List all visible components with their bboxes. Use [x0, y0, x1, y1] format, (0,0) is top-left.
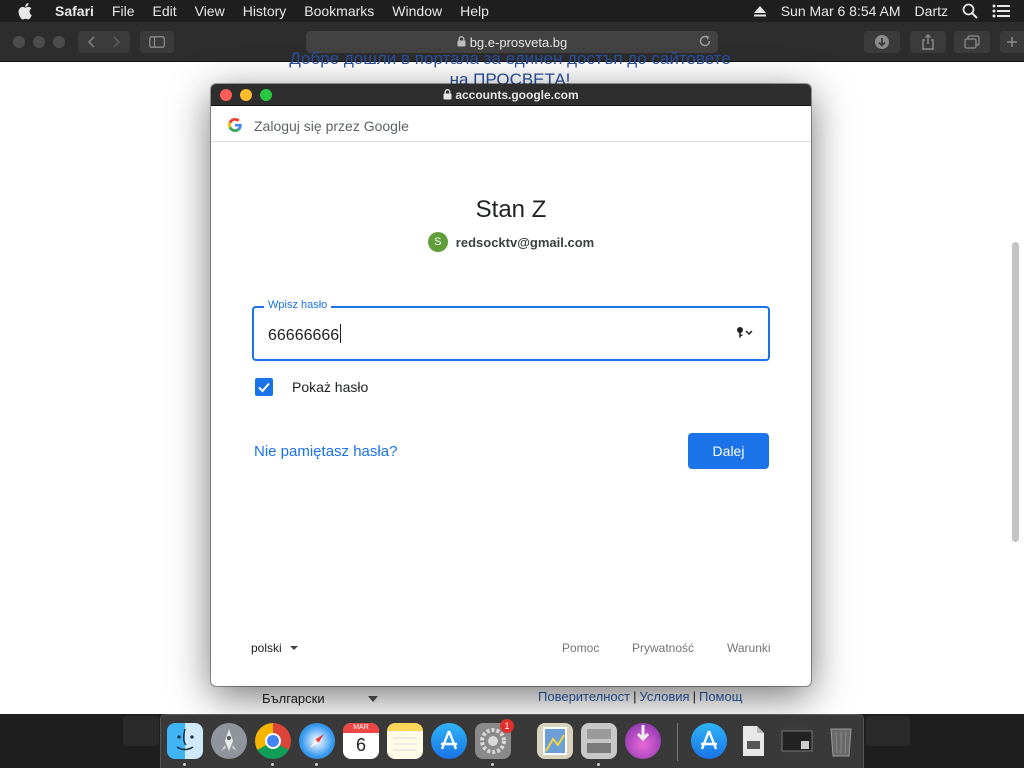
calendar-icon[interactable]: MAR 6	[343, 723, 379, 759]
chrome-icon[interactable]	[255, 723, 291, 759]
popup-titlebar: accounts.google.com	[211, 84, 811, 106]
google-header-text: Zaloguj się przez Google	[254, 118, 409, 134]
account-chip[interactable]: S redsocktv@gmail.com	[211, 232, 811, 252]
running-indicator	[491, 763, 494, 766]
menu-view[interactable]: View	[186, 0, 234, 22]
background-help-link[interactable]: Помощ	[699, 689, 742, 704]
calendar-day: 6	[355, 735, 366, 755]
password-key-icon[interactable]	[736, 325, 754, 343]
screenshot-icon[interactable]	[779, 723, 815, 759]
menu-edit[interactable]: Edit	[143, 0, 185, 22]
running-indicator	[271, 763, 274, 766]
sidebar-toggle-icon[interactable]	[140, 31, 174, 53]
back-icon[interactable]	[78, 36, 104, 48]
checkmark-icon	[258, 382, 270, 393]
forward-icon[interactable]	[104, 36, 130, 48]
terms-link[interactable]: Warunki	[727, 641, 771, 655]
text-caret	[340, 324, 342, 343]
notes-icon[interactable]	[387, 723, 423, 759]
user-name: Stan Z	[475, 196, 547, 223]
google-header: Zaloguj się przez Google	[211, 106, 811, 142]
page-scrollbar[interactable]	[1012, 242, 1019, 542]
popup-url-text: accounts.google.com	[455, 88, 579, 102]
menu-app-name[interactable]: Safari	[46, 0, 103, 22]
language-value: polski	[251, 641, 282, 655]
share-icon[interactable]	[910, 31, 946, 53]
running-indicator	[597, 763, 600, 766]
window-close-button[interactable]	[13, 36, 25, 48]
menu-clock[interactable]: Sun Mar 6 8:54 AM	[774, 0, 908, 22]
menu-file[interactable]: File	[103, 0, 144, 22]
dock-shadow-left	[123, 716, 159, 746]
utility-icon[interactable]	[581, 723, 617, 759]
google-signin-popup: accounts.google.com Zaloguj się przez Go…	[211, 84, 811, 686]
menu-history[interactable]: History	[234, 0, 296, 22]
spotlight-icon[interactable]	[955, 3, 985, 19]
tabs-overview-icon[interactable]	[954, 31, 990, 53]
background-footer-links: Поверителност | Условия | Помощ	[538, 689, 742, 704]
apple-icon[interactable]	[18, 2, 38, 20]
language-select[interactable]: polski	[251, 641, 298, 655]
privacy-link[interactable]: Prywatność	[632, 641, 694, 655]
window-minimize-button[interactable]	[33, 36, 45, 48]
popup-url: accounts.google.com	[211, 84, 811, 106]
back-forward-buttons	[78, 31, 130, 53]
installer-icon[interactable]	[625, 723, 661, 759]
password-value: 66666666	[268, 327, 340, 344]
calendar-month: MAR	[343, 723, 379, 733]
account-email: redsocktv@gmail.com	[455, 234, 595, 250]
new-tab-icon[interactable]	[1000, 31, 1024, 53]
help-link[interactable]: Pomoc	[562, 641, 599, 655]
safari-icon[interactable]	[299, 723, 335, 759]
chevron-down-icon	[289, 646, 298, 650]
password-field[interactable]: Wpisz hasło 66666666	[252, 299, 770, 361]
menu-window[interactable]: Window	[383, 0, 451, 22]
menu-help[interactable]: Help	[451, 0, 498, 22]
dock-separator	[677, 723, 678, 761]
preview-icon[interactable]	[537, 723, 573, 759]
window-zoom-button[interactable]	[53, 36, 65, 48]
file-icon[interactable]	[735, 723, 771, 759]
show-password-checkbox[interactable]	[255, 378, 273, 396]
popup-lock-icon	[443, 89, 452, 100]
link-separator: |	[633, 689, 637, 704]
app-store-download-icon[interactable]	[691, 723, 727, 759]
background-terms-link[interactable]: Условия	[640, 689, 690, 704]
running-indicator	[183, 763, 186, 766]
app-store-icon[interactable]	[431, 723, 467, 759]
downloads-icon[interactable]	[864, 31, 900, 53]
background-language-caret-icon[interactable]	[368, 696, 378, 702]
control-center-icon[interactable]	[985, 4, 1024, 18]
avatar: S	[427, 232, 448, 252]
background-heading-line1: Добре дошли в портала за единен достъп д…	[289, 49, 731, 68]
link-separator: |	[692, 689, 696, 704]
google-logo-icon	[228, 118, 242, 137]
launchpad-icon[interactable]	[211, 723, 247, 759]
background-privacy-link[interactable]: Поверителност	[538, 689, 630, 704]
menu-user[interactable]: Dartz	[908, 0, 955, 22]
background-language-select[interactable]: Български	[262, 691, 325, 706]
dock: MAR 6 1	[160, 714, 864, 768]
notification-badge: 1	[500, 719, 514, 733]
forgot-password-link[interactable]: Nie pamiętasz hasła?	[254, 443, 397, 460]
running-indicator	[315, 763, 318, 766]
menu-bar: Safari File Edit View History Bookmarks …	[0, 0, 1024, 22]
menu-bookmarks[interactable]: Bookmarks	[295, 0, 383, 22]
trash-icon[interactable]	[823, 723, 859, 759]
eject-icon[interactable]	[746, 5, 774, 17]
next-button[interactable]: Dalej	[688, 433, 769, 469]
password-input[interactable]: 66666666	[268, 324, 342, 345]
dock-shadow-right	[866, 716, 910, 746]
show-password-label[interactable]: Pokaż hasło	[292, 379, 368, 395]
finder-icon[interactable]	[167, 723, 203, 759]
password-label: Wpisz hasło	[264, 299, 332, 311]
